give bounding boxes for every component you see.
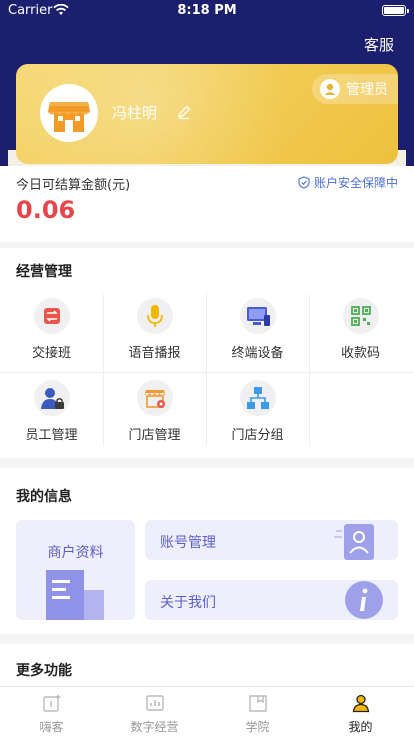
terminal-device-icon: [240, 298, 276, 334]
status-bar: Carrier 8:18 PM: [0, 0, 414, 22]
tab-mine[interactable]: 我的: [309, 687, 412, 736]
grid-item-store-grouping[interactable]: 门店分组: [206, 380, 309, 460]
shield-icon: [298, 176, 310, 189]
security-notice[interactable]: 账户安全保障中: [298, 174, 398, 191]
role-badge: 管理员: [312, 74, 398, 104]
tab-label: 学院: [245, 720, 270, 734]
account-management-label: 账号管理: [160, 535, 216, 551]
grid-item-staff-management[interactable]: 员工管理: [0, 380, 103, 460]
edit-icon[interactable]: [176, 104, 192, 120]
balance-amount: 0.06: [16, 196, 76, 224]
grid-item-store-management[interactable]: 门店管理: [103, 380, 206, 460]
info-icon: [345, 581, 383, 619]
section-title-my-info: 我的信息: [16, 489, 72, 505]
about-us-row[interactable]: 关于我们: [145, 580, 398, 620]
qr-code-icon: [343, 298, 379, 334]
grid-item-voice-broadcast[interactable]: 语音播报: [103, 298, 206, 378]
grid-label: 门店管理: [128, 428, 181, 443]
user-card-icon: [334, 524, 374, 560]
username: 冯柱明: [112, 104, 158, 122]
admin-icon: [320, 79, 340, 99]
tab-digital-business[interactable]: 数字经营: [103, 687, 206, 736]
book-icon: [249, 695, 267, 712]
business-section: 经营管理 交接班 语音播报 终端设备 收款码 员工管理 门店管理 门店分组: [0, 248, 414, 458]
grid-label: 交接班: [31, 346, 71, 361]
grid-label: 门店分组: [231, 428, 284, 443]
battery-icon: [382, 5, 409, 16]
grid-item-shift-handover[interactable]: 交接班: [0, 298, 103, 378]
user-icon: [352, 694, 370, 713]
chart-icon: [146, 695, 164, 711]
security-label: 账户安全保障中: [313, 176, 398, 190]
more-features-section: 更多功能: [0, 644, 414, 686]
grid-item-terminal-device[interactable]: 终端设备: [206, 298, 309, 378]
org-chart-icon: [240, 380, 276, 416]
shift-handover-icon: [34, 298, 70, 334]
store-avatar-icon: [48, 102, 90, 132]
tab-bar: 嗨客 数字经营 学院 我的: [0, 686, 414, 736]
member-card: 冯柱明 管理员: [16, 64, 398, 164]
section-title-business: 经营管理: [16, 264, 72, 280]
avatar[interactable]: [40, 84, 98, 142]
store-settings-icon: [137, 380, 173, 416]
section-title-more: 更多功能: [16, 663, 72, 679]
account-management-row[interactable]: 账号管理: [145, 520, 398, 560]
tab-label: 数字经营: [130, 720, 179, 734]
staff-icon: [34, 380, 70, 416]
microphone-icon: [137, 298, 173, 334]
customer-service-link[interactable]: 客服: [364, 34, 394, 55]
grid-label: 终端设备: [231, 346, 284, 361]
grid-label: 员工管理: [25, 428, 78, 443]
grid-label: 收款码: [340, 346, 380, 361]
building-icon: [46, 570, 104, 620]
tab-label: 我的: [348, 720, 373, 734]
grid-label: 语音播报: [128, 346, 181, 361]
balance-panel: 今日可结算金额(元) 账户安全保障中 0.06: [0, 166, 414, 242]
tab-hike[interactable]: 嗨客: [0, 687, 103, 736]
tab-label: 嗨客: [39, 720, 64, 734]
grid-item-payment-code[interactable]: 收款码: [309, 298, 412, 378]
tab-academy[interactable]: 学院: [206, 687, 309, 736]
balance-label: 今日可结算金额(元): [16, 178, 131, 193]
about-us-label: 关于我们: [160, 595, 216, 611]
status-time: 8:18 PM: [177, 3, 237, 18]
hike-icon: [43, 694, 61, 712]
role-label: 管理员: [346, 82, 388, 98]
merchant-profile-card[interactable]: 商户资料: [16, 520, 135, 620]
